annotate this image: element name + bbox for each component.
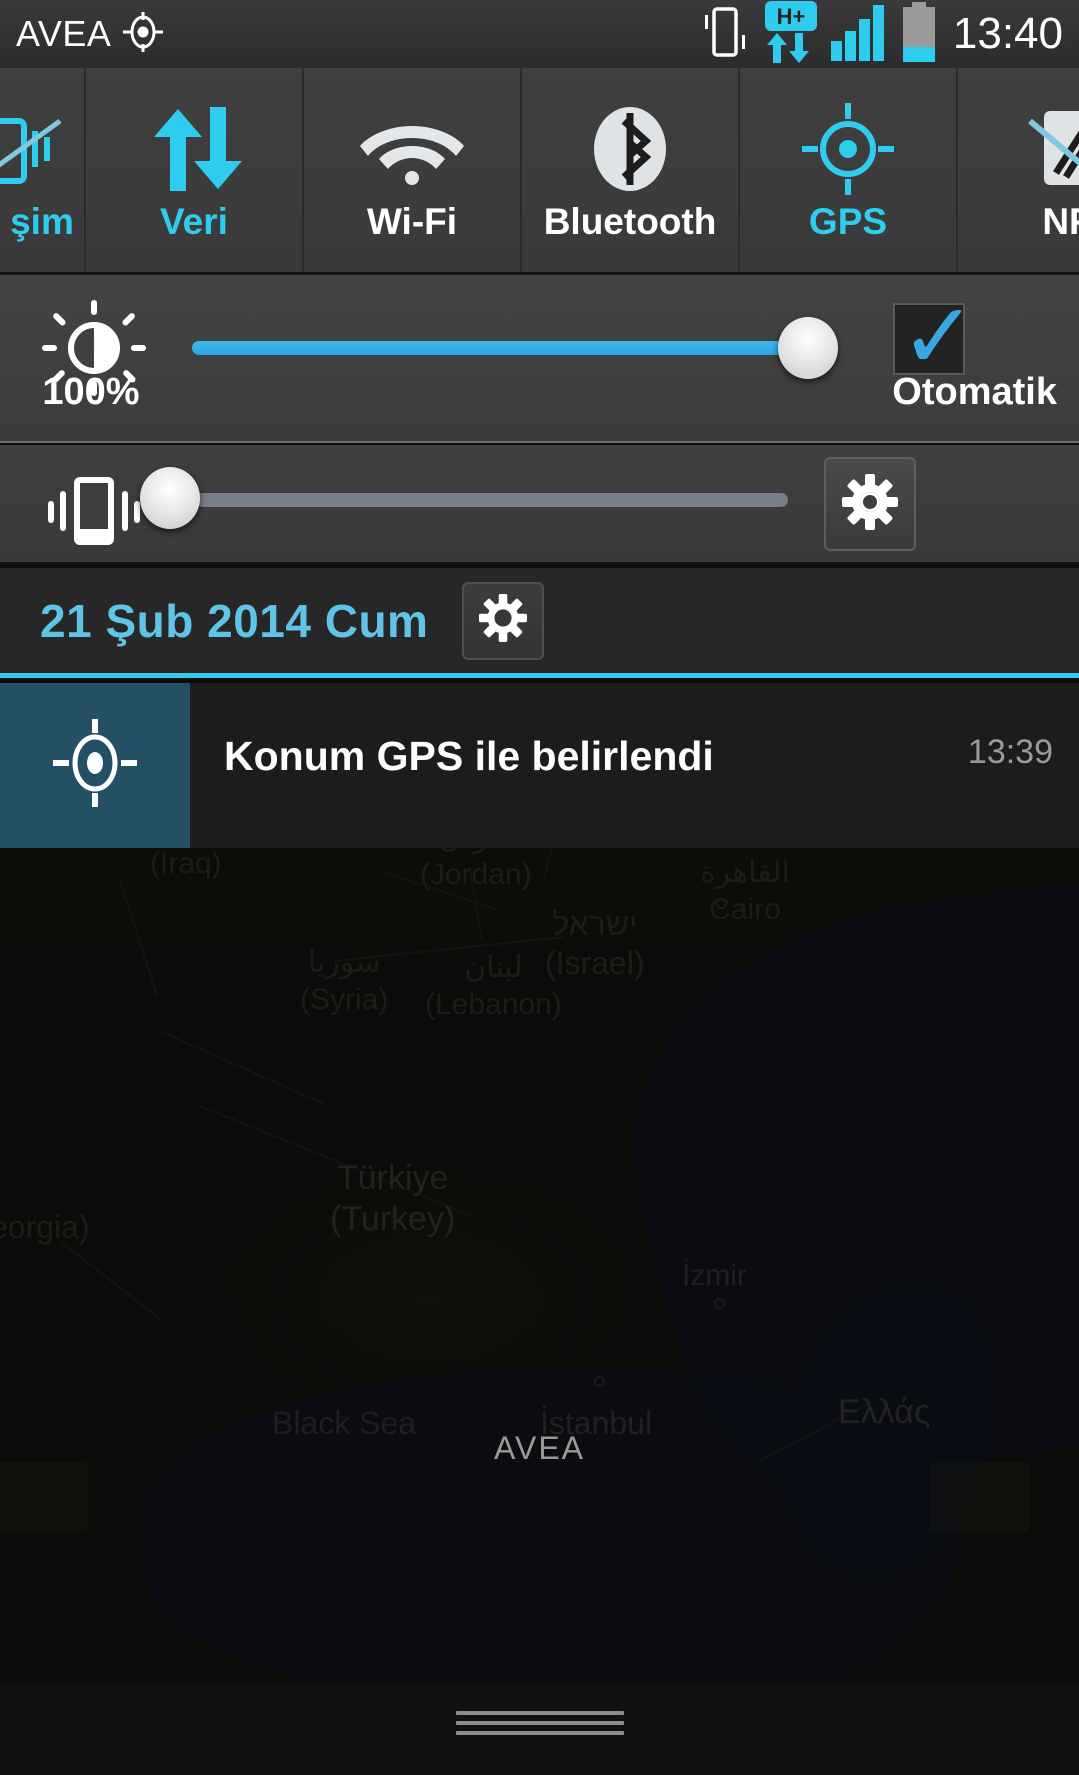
- vibration-off-icon: [0, 103, 70, 195]
- brightness-row: 100% ✓ Otomatik: [0, 275, 1079, 443]
- quick-toggle-gps[interactable]: GPS: [740, 68, 958, 272]
- checkmark-icon: ✓: [900, 283, 978, 390]
- gps-target-icon: [53, 719, 137, 812]
- carrier-watermark: AVEA: [494, 1430, 585, 1466]
- vibrate-icon: [697, 3, 753, 66]
- notification-timestamp: 13:39: [967, 733, 1053, 771]
- auto-brightness-label: Otomatik: [892, 371, 1057, 413]
- svg-text:H+: H+: [777, 4, 806, 29]
- status-bar: AVEA H+ 13:40: [0, 0, 1079, 68]
- wifi-icon: [360, 103, 464, 195]
- quick-toggle-label: Bluetooth: [543, 201, 717, 242]
- volume-slider-track[interactable]: [196, 493, 788, 507]
- navigation-bar: [0, 1683, 1079, 1775]
- handle-line: [455, 1731, 624, 1735]
- quick-toggle-label: GPS: [808, 201, 888, 242]
- brightness-slider-fill: [192, 341, 800, 355]
- quick-toggle-label: Wi-Fi: [366, 201, 458, 242]
- notification-icon-container: [0, 683, 190, 848]
- data-sync-icon: [146, 103, 242, 195]
- volume-row: [0, 445, 1079, 565]
- gps-location-icon: [121, 10, 165, 59]
- notification-title: Konum GPS ile belirlendi: [224, 733, 714, 779]
- quick-toggle-nfc[interactable]: NF: [958, 68, 1079, 272]
- brightness-slider-thumb[interactable]: [778, 317, 838, 379]
- status-bar-clock: 13:40: [952, 9, 1063, 58]
- quick-toggle-label: NF: [1042, 201, 1079, 242]
- quick-toggle-wifi[interactable]: Wi-Fi: [304, 68, 522, 272]
- system-settings-button[interactable]: [462, 581, 545, 660]
- status-icon-group: H+: [697, 0, 939, 68]
- brightness-slider-track[interactable]: [192, 341, 800, 355]
- notification-content: Konum GPS ile belirlendi 13:39: [190, 683, 1079, 848]
- sound-settings-button[interactable]: [824, 457, 916, 551]
- date-row: 21 Şub 2014 Cum: [0, 568, 1079, 678]
- quick-toggle-bluetooth[interactable]: Bluetooth: [522, 68, 740, 272]
- gps-target-icon: [802, 103, 894, 195]
- volume-slider-thumb[interactable]: [140, 467, 200, 529]
- quick-toggle-row: şim Veri Wi-Fi Bluetooth GPS N: [0, 68, 1079, 275]
- gear-icon: [479, 594, 528, 647]
- quick-toggle-data[interactable]: Veri: [86, 68, 304, 272]
- vibrate-phone-icon: [36, 469, 156, 558]
- quick-toggle-label: Veri: [160, 201, 228, 242]
- nfc-off-icon: [1012, 103, 1079, 195]
- shade-drag-handle[interactable]: [455, 1711, 624, 1741]
- signal-bars-icon: [829, 3, 889, 66]
- quick-toggle-vibration[interactable]: şim: [0, 68, 86, 272]
- bluetooth-icon: [588, 103, 672, 195]
- carrier-label: AVEA: [16, 13, 112, 54]
- notification-item[interactable]: Konum GPS ile belirlendi 13:39: [0, 683, 1079, 848]
- handle-line: [455, 1721, 624, 1725]
- current-date-label: 21 Şub 2014 Cum: [40, 594, 429, 647]
- handle-line: [455, 1711, 624, 1715]
- gear-icon: [842, 473, 898, 535]
- android-notification-shade: (Iraq) الأردن (Jordan) القاهرة Cairo ישר…: [0, 0, 1079, 1775]
- battery-icon: [899, 1, 939, 67]
- brightness-value-label: 100%: [42, 371, 140, 413]
- hplus-data-icon: H+: [763, 0, 819, 68]
- quick-toggle-label: şim: [10, 201, 74, 242]
